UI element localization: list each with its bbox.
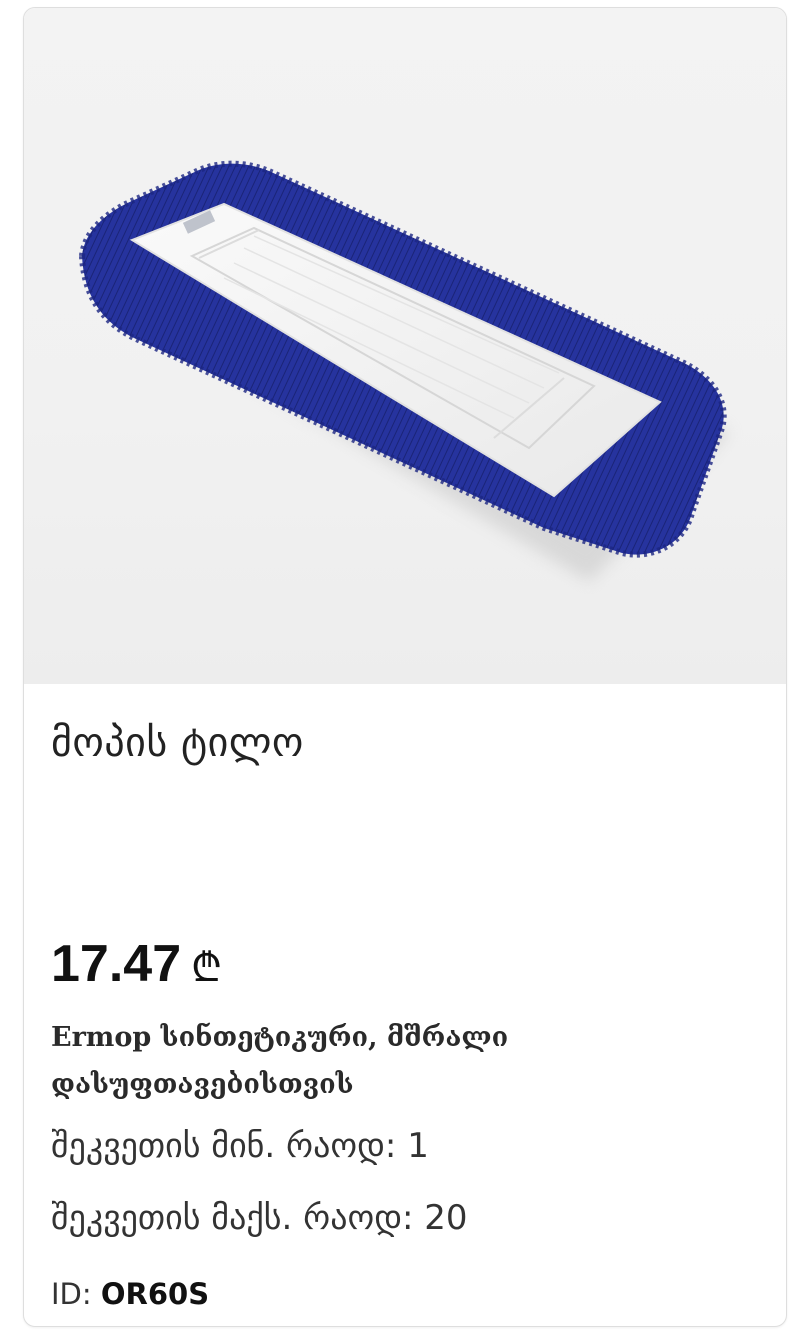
product-image[interactable]: [24, 8, 786, 684]
min-order-quantity: შეკვეთის მინ. რაოდ: 1: [51, 1126, 429, 1166]
mop-pad-icon: [78, 160, 730, 582]
product-id: ID: OR60S: [51, 1277, 209, 1311]
max-order-value: 20: [424, 1198, 468, 1238]
max-order-label: შეკვეთის მაქს. რაოდ:: [51, 1198, 414, 1238]
max-order-quantity: შეკვეთის მაქს. რაოდ: 20: [51, 1198, 468, 1238]
min-order-value: 1: [407, 1126, 429, 1166]
price-value: 17.47: [51, 935, 182, 993]
product-id-label: ID:: [51, 1277, 92, 1311]
currency-icon: ₾: [191, 945, 222, 991]
product-description: Ermop სინთეტიკური, მშრალი დასუფთავებისთვ…: [51, 1022, 509, 1100]
min-order-label: შეკვეთის მინ. რაოდ:: [51, 1126, 397, 1166]
product-id-value: OR60S: [100, 1277, 210, 1311]
product-card[interactable]: მოპის ტილო 17.47 ₾ Ermop სინთეტიკური, მშ…: [23, 7, 787, 1327]
price: 17.47 ₾: [51, 934, 222, 994]
product-title[interactable]: მოპის ტილო: [51, 720, 304, 766]
